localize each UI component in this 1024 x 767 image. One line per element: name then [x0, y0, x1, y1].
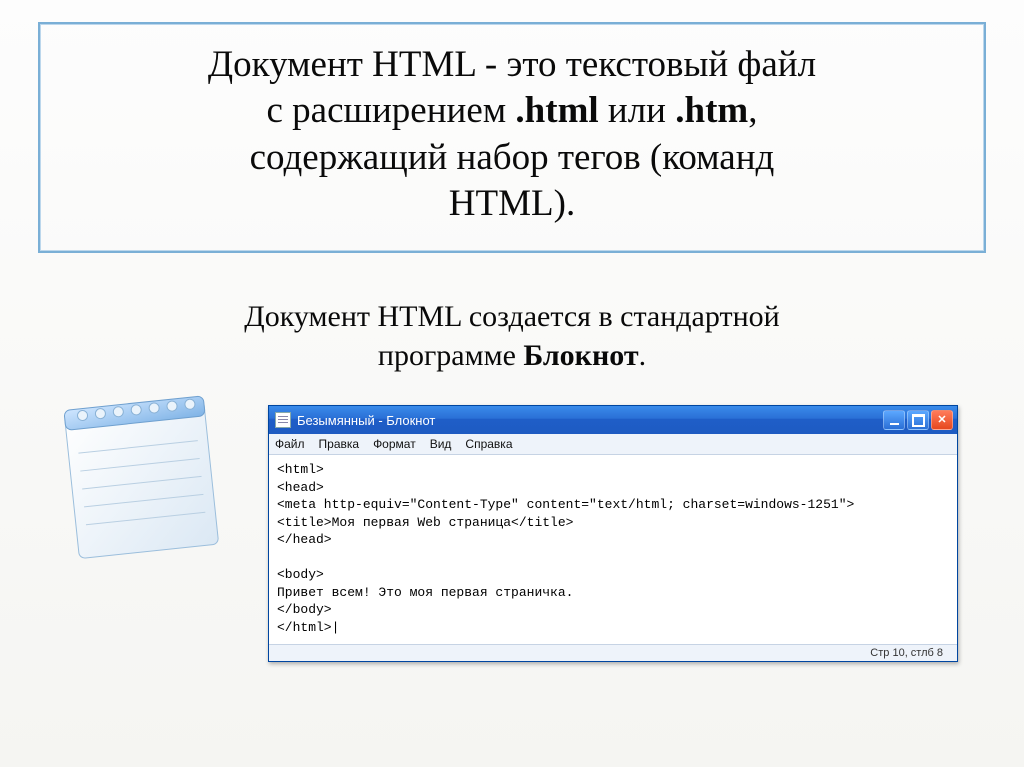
statusbar: Стр 10, стлб 8: [269, 644, 957, 661]
window-buttons: [883, 410, 953, 430]
title-line4: HTML).: [449, 183, 575, 224]
menu-format[interactable]: Формат: [373, 437, 416, 451]
lower-row: Безымянный - Блокнот Файл Правка Формат …: [38, 385, 986, 662]
close-button[interactable]: [931, 410, 953, 430]
title-line2a: с расширением: [267, 90, 516, 131]
menu-view[interactable]: Вид: [430, 437, 452, 451]
window-title: Безымянный - Блокнот: [297, 413, 883, 428]
document-icon: [275, 412, 291, 428]
title-box: Документ HTML - это текстовый файл с рас…: [38, 22, 986, 253]
title-line2c: или: [599, 90, 676, 131]
slide: Документ HTML - это текстовый файл с рас…: [0, 0, 1024, 767]
notepad-icon: [28, 355, 248, 575]
sub-line2-bold: Блокнот: [523, 339, 638, 372]
menu-file[interactable]: Файл: [275, 437, 305, 451]
menubar: Файл Правка Формат Вид Справка: [269, 434, 957, 455]
window-titlebar[interactable]: Безымянный - Блокнот: [269, 406, 957, 434]
title-line1: Документ HTML - это текстовый файл: [208, 44, 816, 85]
sub-line1: Документ HTML создается в стандартной: [244, 300, 779, 333]
maximize-button[interactable]: [907, 410, 929, 430]
title-line3: содержащий набор тегов (команд: [250, 137, 775, 178]
title-line2d: ,: [748, 90, 757, 131]
minimize-button[interactable]: [883, 410, 905, 430]
title-ext-htm: .htm: [675, 90, 748, 131]
sub-line2b: .: [639, 339, 647, 372]
sub-line2a: программе: [378, 339, 523, 372]
notepad-window: Безымянный - Блокнот Файл Правка Формат …: [268, 405, 958, 662]
title-ext-html: .html: [515, 90, 598, 131]
status-pos: Стр 10, стлб 8: [870, 647, 943, 659]
notepad-window-wrap: Безымянный - Блокнот Файл Правка Формат …: [268, 405, 986, 662]
editor-content[interactable]: <html> <head> <meta http-equiv="Content-…: [269, 455, 957, 644]
menu-help[interactable]: Справка: [465, 437, 512, 451]
menu-edit[interactable]: Правка: [319, 437, 360, 451]
